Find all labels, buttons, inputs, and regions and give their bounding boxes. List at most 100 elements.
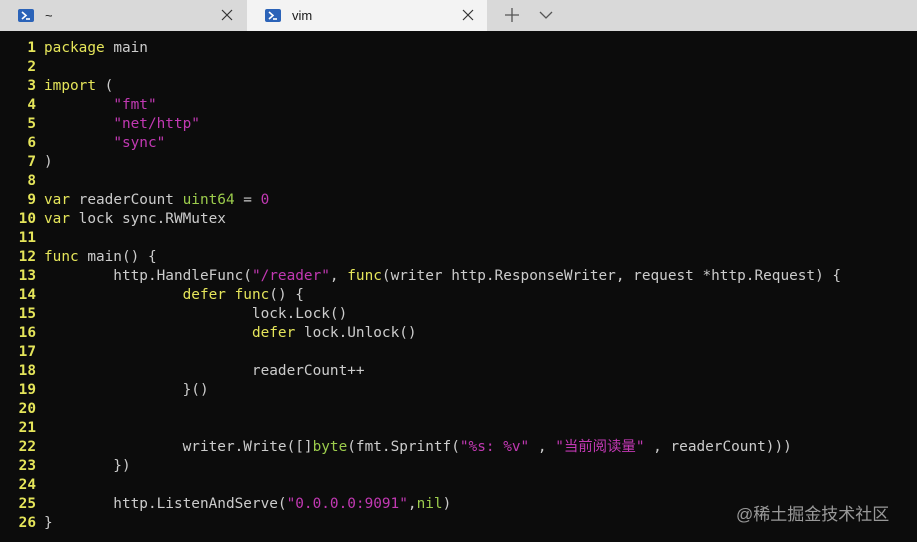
watermark: @稀土掘金技术社区	[736, 505, 890, 524]
code-token: "0.0.0.0:9091"	[286, 496, 408, 512]
code-line: 6 "sync"	[0, 134, 917, 153]
code-text: "net/http"	[44, 115, 200, 134]
code-line: 9 var readerCount uint64 = 0	[0, 191, 917, 210]
code-text: package main	[44, 39, 148, 58]
code-text: }	[44, 514, 53, 533]
code-token: }()	[44, 382, 209, 398]
code-token: defer	[251, 325, 296, 341]
powershell-icon	[18, 9, 34, 22]
code-token: )	[44, 154, 53, 170]
powershell-icon	[265, 9, 281, 22]
code-text: lock.Lock()	[44, 305, 347, 324]
code-token: ,	[329, 268, 348, 284]
code-token: (	[95, 78, 114, 94]
code-text: defer func() {	[44, 286, 304, 305]
code-token: var	[44, 192, 70, 208]
line-number: 19	[18, 382, 36, 398]
code-text: import (	[44, 77, 113, 96]
line-number: 8	[27, 173, 36, 189]
code-token: }	[44, 515, 53, 531]
line-number: 9	[27, 192, 36, 208]
code-text: }()	[44, 381, 209, 400]
code-line: 3 import (	[0, 77, 917, 96]
code-token: http.ListenAndServe(	[44, 496, 287, 512]
code-line: 5 "net/http"	[0, 115, 917, 134]
code-token: () {	[269, 287, 304, 303]
line-number: 17	[18, 344, 36, 360]
code-line: 10 var lock sync.RWMutex	[0, 210, 917, 229]
code-text: var readerCount uint64 = 0	[44, 191, 269, 210]
tab-vim[interactable]: vim	[247, 0, 487, 31]
tab-title: ~	[45, 8, 53, 23]
line-number: 23	[18, 458, 36, 474]
code-line: 22 writer.Write([]byte(fmt.Sprintf("%s: …	[0, 438, 917, 457]
tab-title: vim	[292, 8, 313, 23]
code-text: "sync"	[44, 134, 165, 153]
line-number: 5	[27, 116, 36, 132]
code-line: 23 })	[0, 457, 917, 476]
code-token: )	[442, 496, 452, 512]
code-token: func	[234, 287, 270, 303]
code-token: nil	[416, 496, 443, 512]
code-line: 24	[0, 476, 917, 495]
code-token: defer	[182, 287, 226, 303]
line-number: 4	[27, 97, 36, 113]
code-text: writer.Write([]byte(fmt.Sprintf("%s: %v"…	[44, 438, 792, 457]
code-token: writer.Write([]	[44, 439, 313, 455]
line-number: 25	[18, 496, 36, 512]
code-token: var	[44, 211, 70, 227]
line-number: 21	[18, 420, 36, 436]
code-token: import	[44, 78, 96, 94]
code-token: uint64	[182, 192, 235, 208]
code-line: 18 readerCount++	[0, 362, 917, 381]
code-line: 16 defer lock.Unlock()	[0, 324, 917, 343]
code-token: main	[104, 40, 148, 56]
line-number: 18	[18, 363, 36, 379]
line-number: 13	[18, 268, 36, 284]
code-token: =	[234, 192, 261, 208]
line-number: 1	[27, 40, 36, 56]
code-token: "fmt"	[113, 97, 157, 113]
close-icon[interactable]	[459, 6, 477, 24]
code-line: 1 package main	[0, 39, 917, 58]
code-token: func	[347, 268, 382, 284]
code-line: 20	[0, 400, 917, 419]
vim-editor[interactable]: 1 package main 2 3 import (4 "fmt" 5 "net/htt…	[0, 31, 917, 542]
code-text: readerCount++	[44, 362, 365, 381]
code-line: 7)	[0, 153, 917, 172]
code-token: http.HandleFunc(	[44, 268, 252, 284]
code-line: 11	[0, 229, 917, 248]
code-line: 14 defer func() {	[0, 286, 917, 305]
close-icon[interactable]	[218, 6, 236, 24]
line-number: 22	[18, 439, 36, 455]
code-token: readerCount	[70, 192, 183, 208]
code-token: "%s: %v"	[459, 439, 530, 455]
line-number: 6	[27, 135, 36, 151]
code-token: ,	[529, 439, 556, 455]
line-number: 16	[18, 325, 36, 341]
code-token: , readerCount)))	[644, 439, 792, 455]
new-tab-button[interactable]	[502, 5, 522, 25]
code-token: (writer http.ResponseWriter, request *ht…	[381, 268, 842, 284]
line-number: 7	[27, 154, 36, 170]
code-line: 15 lock.Lock()	[0, 305, 917, 324]
code-text: http.HandleFunc("/reader", func(writer h…	[44, 267, 841, 286]
code-text: http.ListenAndServe("0.0.0.0:9091",nil)	[44, 495, 451, 514]
code-text: )	[44, 153, 53, 172]
plus-icon	[505, 8, 519, 22]
code-token: ,	[407, 496, 417, 512]
line-number: 3	[27, 78, 36, 94]
code-text: })	[44, 457, 130, 476]
code-token: "net/http"	[113, 116, 200, 132]
tab-dropdown-button[interactable]	[536, 5, 556, 25]
chevron-down-icon	[539, 11, 553, 19]
line-number: 12	[18, 249, 36, 265]
code-token: "/reader"	[251, 268, 330, 284]
code-token: "当前阅读量"	[555, 439, 645, 455]
tab-home[interactable]: ~	[0, 0, 246, 31]
line-number: 14	[18, 287, 36, 303]
